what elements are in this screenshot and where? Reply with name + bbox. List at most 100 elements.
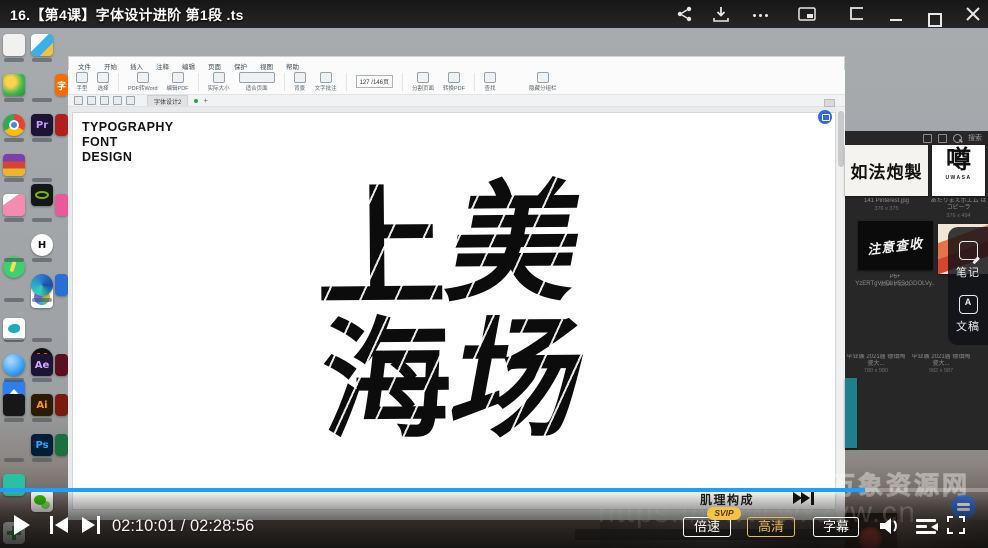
heading-line: FONT: [82, 135, 174, 150]
search-icon: [953, 134, 962, 143]
home-icon: [126, 96, 135, 105]
toolbar-split-page: 分割页面: [412, 72, 434, 92]
picture-in-picture-button[interactable]: [798, 6, 816, 22]
actual-size-icon: [213, 72, 225, 83]
menu-item: 编辑: [182, 61, 195, 71]
quality-button[interactable]: 高清: [747, 517, 795, 537]
close-button[interactable]: [964, 6, 982, 22]
toolbar-divider: [284, 73, 285, 91]
desktop-icon-illustrator: Ai: [31, 394, 53, 416]
video-title: 16.【第4课】字体设计进阶 第1段 .ts: [10, 5, 244, 25]
toolbar-text-annotation: 文字批注: [315, 72, 337, 92]
thumbnail-size: 1084 x 1216: [855, 282, 935, 289]
minimize-button[interactable]: [888, 6, 906, 22]
background-icon: [294, 72, 306, 83]
menu-item: 视图: [260, 61, 273, 71]
icon-label: [32, 338, 52, 342]
menu-item: 帮助: [286, 61, 299, 71]
notes-button[interactable]: 笔记: [948, 241, 988, 281]
maximize-button[interactable]: [926, 6, 944, 22]
thumbnail-size: 376 x 375: [845, 206, 928, 213]
toolbar-hand-tool: 手型: [76, 72, 88, 92]
mini-window-button[interactable]: [848, 6, 866, 22]
menu-item: 开始: [104, 61, 117, 71]
desktop-icon-browser: [3, 354, 25, 376]
toolbar-actual-size: 实际大小: [208, 72, 230, 92]
desktop-icon-premiere: Pr: [31, 114, 53, 136]
icon-label: [4, 218, 24, 222]
menu-item: 保护: [234, 61, 247, 71]
split-page-icon: [417, 72, 429, 83]
toolbar-fit-page: 适合页面: [239, 72, 275, 92]
speed-button[interactable]: 倍速: [683, 517, 731, 537]
icon-label: [4, 178, 24, 182]
toolbar-convert-pdf: 转换PDF: [443, 72, 465, 92]
menu-item: 注释: [156, 61, 169, 71]
toolbar-page-indicator: 127 /146页: [356, 75, 393, 89]
share-button[interactable]: [676, 6, 694, 22]
redo-icon: [113, 96, 122, 105]
thumbnail-caption: 毕业展 2021届 德镇陶瓷大...: [845, 354, 907, 368]
toolbar-find: 查找: [484, 72, 496, 92]
previous-button[interactable]: [50, 516, 70, 534]
icon-label: [32, 378, 52, 382]
svip-badge[interactable]: SVIP: [707, 507, 741, 520]
library-thumbnail: 注意查收: [858, 221, 933, 270]
icon-label: [32, 258, 52, 262]
thumbnail-size: 780 x 980: [845, 368, 907, 375]
tab-status-dot: [194, 99, 198, 103]
thumbnail-size: 376 x 494: [930, 213, 987, 220]
play-button[interactable]: [14, 515, 30, 535]
volume-button[interactable]: [878, 517, 902, 540]
desktop-icon-pink-app2: [55, 194, 68, 216]
more-button[interactable]: [753, 6, 771, 22]
pdf2word-icon: [137, 72, 149, 83]
subtitle-button[interactable]: 字幕: [813, 517, 859, 537]
desktop-icon-photoshop: Ps: [31, 434, 53, 456]
select-icon: [97, 72, 109, 83]
library-header: 搜索: [845, 131, 988, 145]
collapse-toolbar-icon: [824, 99, 835, 107]
filter-icon: [938, 134, 947, 143]
menu-item: 插入: [130, 61, 143, 71]
premiere-label: Pr: [31, 114, 53, 136]
pdf-scrollbar-track: [837, 107, 845, 520]
desktop-icon-font-app: 字: [55, 74, 68, 96]
desktop-icon-red-app: [55, 114, 68, 136]
artwork-texture-overlay: [311, 177, 605, 464]
pdf-app-toolbar: 手型 选择 PDF转Word 编辑PDF 实际大小 适合页面 背景 文字批注 1…: [68, 70, 845, 95]
library-thumbnail: [845, 378, 857, 448]
menu-item: 页面: [208, 61, 221, 71]
note-pen-icon: [959, 241, 978, 260]
print-icon: [74, 96, 83, 105]
page-number-box: 127 /146页: [356, 75, 393, 88]
download-button[interactable]: [712, 6, 730, 22]
icon-label: [4, 138, 24, 142]
ai-label: Ai: [31, 394, 53, 416]
convert-icon: [448, 72, 460, 83]
thumbnail-caption: 毕业展 2021届 德镇陶瓷大...: [910, 354, 972, 368]
fullscreen-button[interactable]: [947, 516, 965, 534]
pdf-scrollbar-thumb: [838, 111, 844, 167]
icon-label: [4, 338, 24, 342]
desktop-icon-chrome: [3, 114, 25, 136]
desktop-icon-nvidia: [31, 184, 53, 206]
docs-button[interactable]: 文稿: [948, 295, 988, 335]
desktop-icon-pink-app: [3, 194, 25, 216]
thumbnail-size: 982 x 987: [910, 368, 972, 375]
icon-label: [32, 58, 52, 62]
playlist-button[interactable]: [916, 519, 938, 534]
document-tab: 字体设计2: [147, 95, 188, 106]
desktop-icon-blue-app: [55, 274, 68, 296]
desktop-icon-h-app: H: [31, 234, 53, 256]
icon-label: [4, 58, 24, 62]
toolbar-pdf2word: PDF转Word: [128, 72, 158, 92]
next-button[interactable]: [80, 516, 100, 534]
h-label: H: [31, 234, 53, 256]
icon-label: [4, 418, 24, 422]
desktop-icon-bird-app: [3, 318, 25, 340]
toolbar-edit-pdf: 编辑PDF: [167, 72, 189, 92]
heading-line: TYPOGRAPHY: [82, 120, 174, 135]
pdf-app-tabrow: 字体设计2 +: [68, 95, 845, 107]
icon-label: [4, 258, 24, 262]
